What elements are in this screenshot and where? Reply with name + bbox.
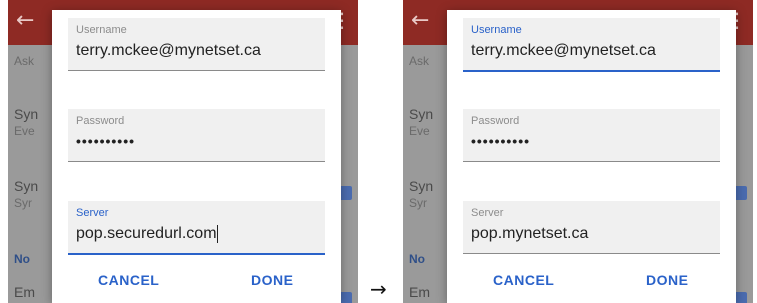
background-row-subtitle: Ask <box>14 54 35 68</box>
username-value: terry.mckee@mynetset.ca <box>76 42 261 59</box>
arrow-left-icon[interactable]: ← <box>16 8 34 33</box>
background-row-subtitle: Eve <box>14 124 35 138</box>
done-button[interactable]: DONE <box>646 272 688 288</box>
password-field[interactable]: Password •••••••••• <box>463 109 720 162</box>
username-label: Username <box>76 24 127 36</box>
phone-screen-after: ← ⋮ Ask Syn Eve Syn Syr No Em Username t… <box>403 0 753 303</box>
background-section-header: No <box>409 252 425 266</box>
phone-screen-before: ← ⋮ Ask Syn Eve Syn Syr No Em Username t… <box>8 0 358 303</box>
background-row-title: Syn <box>409 106 434 122</box>
arrow-left-icon[interactable]: ← <box>411 8 429 33</box>
cancel-button[interactable]: CANCEL <box>493 272 554 288</box>
server-value: pop.mynetset.ca <box>471 225 589 242</box>
password-value: •••••••••• <box>471 133 531 149</box>
username-field[interactable]: Username terry.mckee@mynetset.ca <box>463 18 720 72</box>
account-dialog: Username terry.mckee@mynetset.ca Passwor… <box>52 10 341 303</box>
password-value: •••••••••• <box>76 133 136 149</box>
background-row-subtitle: Syr <box>409 196 427 210</box>
background-row-subtitle: Syr <box>14 196 32 210</box>
background-row-subtitle: Ask <box>409 54 430 68</box>
password-label: Password <box>471 115 520 127</box>
background-row-subtitle: Eve <box>409 124 430 138</box>
username-value: terry.mckee@mynetset.ca <box>471 42 656 59</box>
background-row-title: Syn <box>409 178 434 194</box>
username-label: Username <box>471 24 522 36</box>
server-value-wrap: pop.securedurl.com <box>76 225 218 243</box>
server-field[interactable]: Server pop.securedurl.com <box>68 201 325 255</box>
cancel-button[interactable]: CANCEL <box>98 272 159 288</box>
arrow-right-icon: → <box>370 277 387 301</box>
background-row-title: Em <box>14 284 35 300</box>
background-row-title: Em <box>409 284 430 300</box>
password-label: Password <box>76 115 125 127</box>
server-value: pop.securedurl.com <box>76 225 217 243</box>
server-label: Server <box>471 207 504 219</box>
account-dialog: Username terry.mckee@mynetset.ca Passwor… <box>447 10 736 303</box>
text-cursor <box>216 225 218 243</box>
background-section-header: No <box>14 252 30 266</box>
server-field[interactable]: Server pop.mynetset.ca <box>463 201 720 254</box>
done-button[interactable]: DONE <box>251 272 293 288</box>
background-row-title: Syn <box>14 106 39 122</box>
server-label: Server <box>76 207 109 219</box>
background-row-title: Syn <box>14 178 39 194</box>
password-field[interactable]: Password •••••••••• <box>68 109 325 162</box>
username-field[interactable]: Username terry.mckee@mynetset.ca <box>68 18 325 71</box>
